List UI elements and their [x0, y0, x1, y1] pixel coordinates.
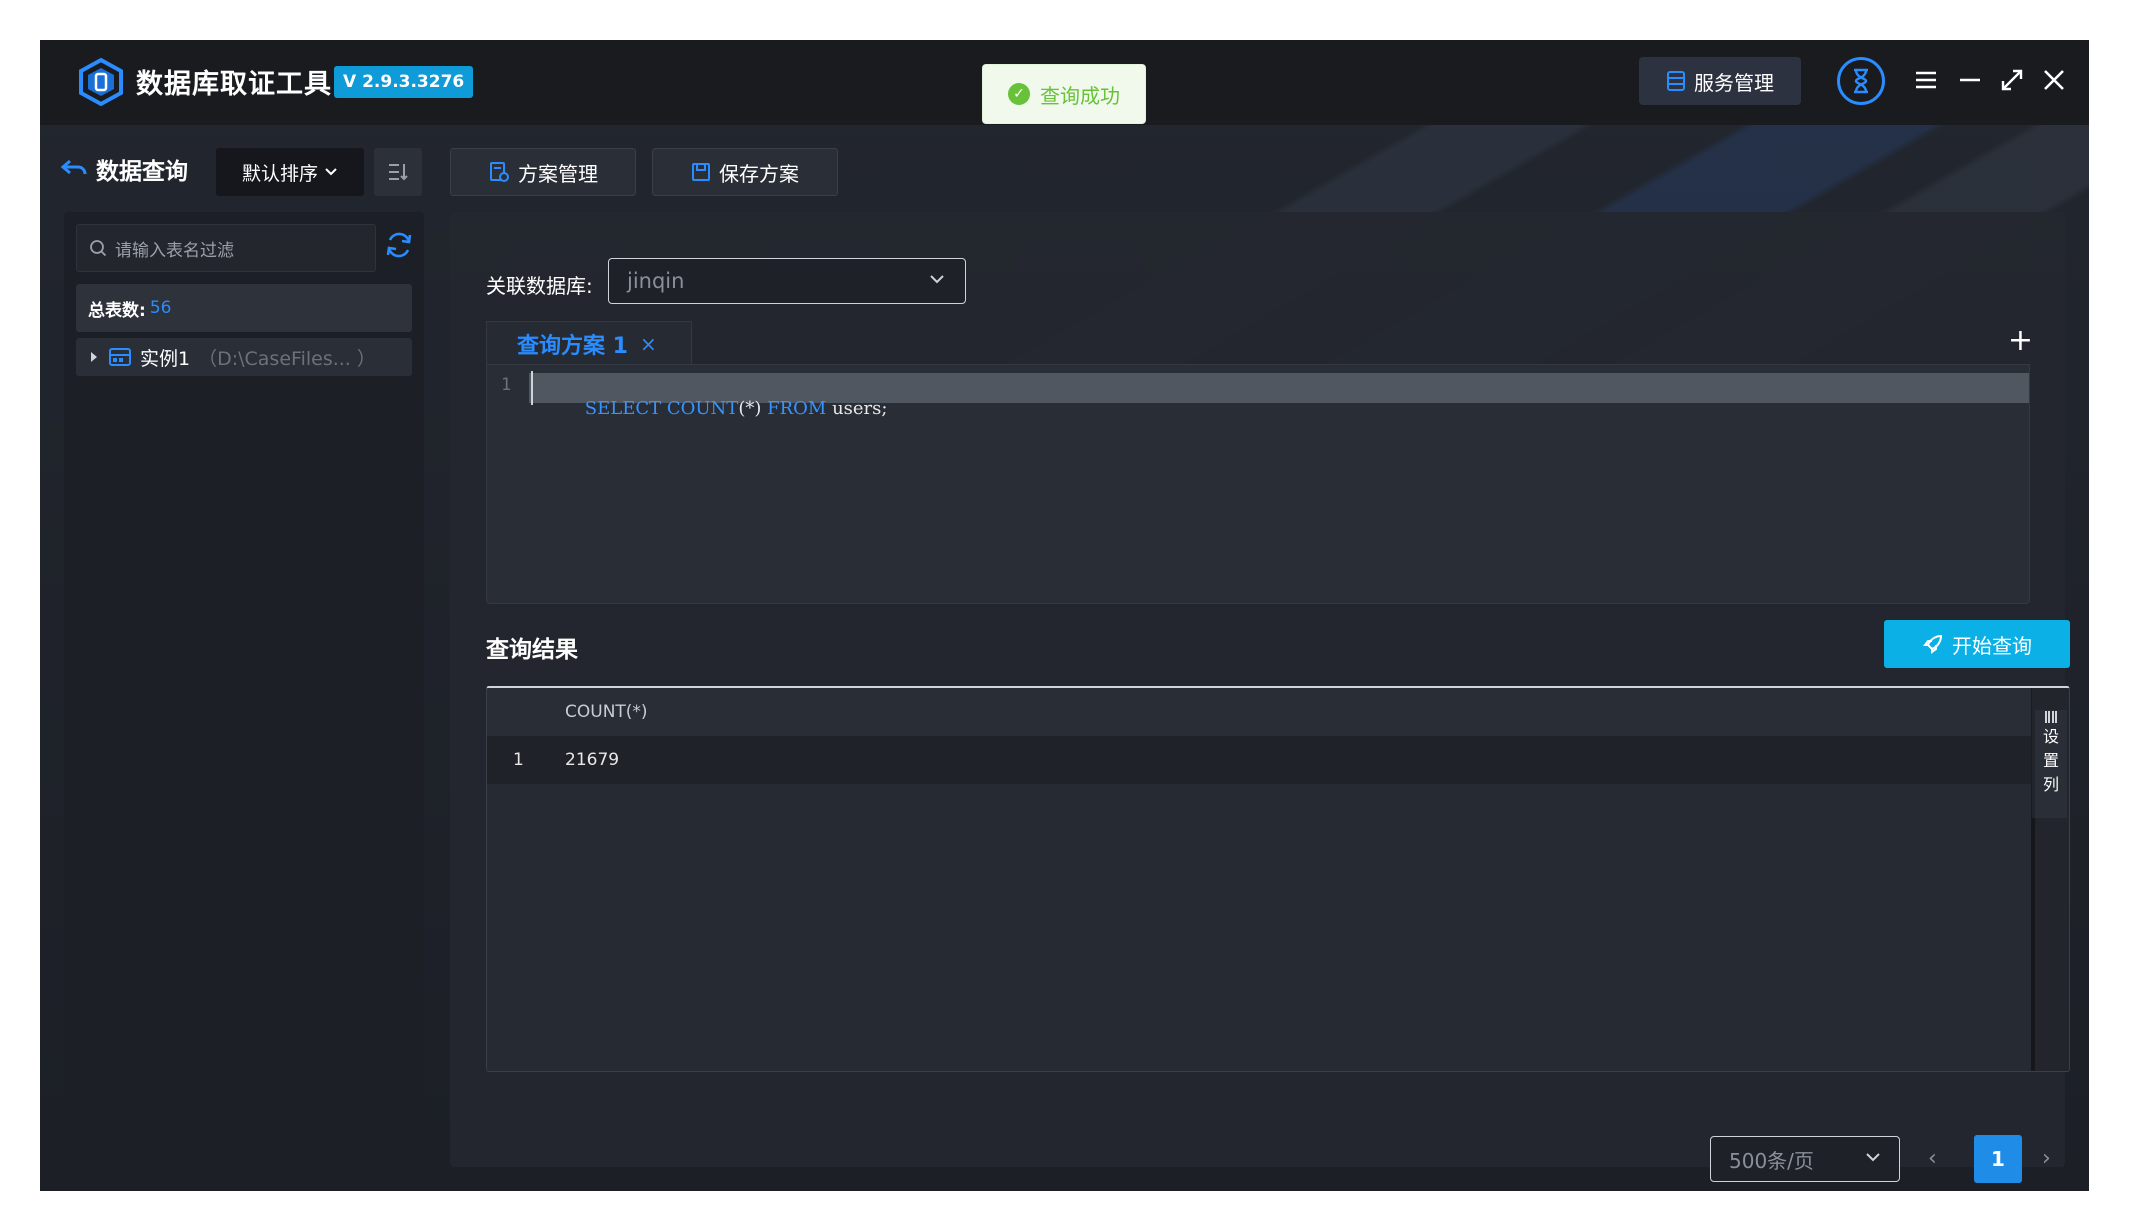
- sql-editor[interactable]: 1 SELECT COUNT(*) FROM users;: [486, 364, 2030, 604]
- next-page-icon[interactable]: ›: [2042, 1146, 2051, 1171]
- app-window: 数据库取证工具 V 2.9.3.3276 服务管理 数据查询 默认排序 方案管理…: [40, 40, 2089, 1191]
- hourglass-icon: [1854, 68, 1868, 94]
- table-filter-placeholder: 请输入表名过滤: [115, 240, 234, 261]
- tab-query-plan-1[interactable]: 查询方案 1 ×: [486, 321, 692, 365]
- toast-message: 查询成功: [1040, 83, 1120, 108]
- linked-database-label: 关联数据库:: [486, 274, 593, 298]
- back-to-query-button[interactable]: 数据查询: [60, 152, 188, 186]
- database-instance-icon: [109, 348, 131, 366]
- sql-code: SELECT COUNT(*) FROM users;: [539, 377, 888, 440]
- app-title: 数据库取证工具: [136, 69, 332, 100]
- table-list-panel: 请输入表名过滤 总表数: 56 实例1 （D:\CaseFiles... ）: [64, 212, 424, 1167]
- line-number: 1: [501, 375, 512, 395]
- table-header: COUNT(*): [487, 688, 2031, 736]
- plan-management-button[interactable]: 方案管理: [450, 148, 636, 196]
- table-filter-input[interactable]: 请输入表名过滤: [76, 224, 376, 272]
- sort-list-icon: [389, 164, 408, 181]
- back-arrow-icon: [60, 159, 87, 175]
- column-settings-char: 置: [2042, 751, 2059, 770]
- table-cell[interactable]: 21679: [565, 750, 619, 770]
- tab-label: 查询方案 1: [517, 333, 628, 359]
- linked-database-select[interactable]: jinqin: [608, 258, 966, 304]
- chevron-down-icon: [325, 168, 337, 176]
- tab-close-icon[interactable]: ×: [640, 332, 657, 356]
- chevron-down-icon: [930, 275, 944, 284]
- sql-token: FROM: [767, 398, 827, 419]
- check-circle-icon: ✓: [1008, 83, 1030, 105]
- menu-icon[interactable]: [1908, 62, 1944, 98]
- start-query-button[interactable]: 开始查询: [1884, 620, 2070, 668]
- column-header[interactable]: COUNT(*): [565, 702, 648, 722]
- close-icon[interactable]: [2036, 62, 2072, 98]
- plan-icon: [490, 162, 509, 182]
- sql-token: (*): [738, 398, 762, 419]
- save-plan-label: 保存方案: [719, 161, 799, 186]
- back-label: 数据查询: [96, 159, 188, 185]
- refresh-icon[interactable]: [384, 230, 414, 260]
- total-tables-value: 56: [149, 298, 172, 318]
- minimize-icon[interactable]: [1952, 62, 1988, 98]
- page-size-select[interactable]: 500条/页: [1710, 1136, 1900, 1182]
- sql-token: COUNT: [666, 398, 739, 419]
- row-index: 1: [513, 750, 524, 770]
- sort-dropdown[interactable]: 默认排序: [216, 148, 364, 196]
- sql-token: SELECT: [584, 398, 662, 419]
- maximize-icon[interactable]: [1994, 62, 2030, 98]
- query-panel: 关联数据库: jinqin 查询方案 1 × + 1 SELECT COUNT(…: [450, 212, 2070, 1183]
- prev-page-icon[interactable]: ‹: [1928, 1146, 1937, 1171]
- sort-order-button[interactable]: [374, 148, 422, 196]
- search-icon: [90, 240, 107, 257]
- result-table: COUNT(*) 1 21679 设 置 列: [486, 686, 2070, 1072]
- tree-item-instance[interactable]: 实例1 （D:\CaseFiles... ）: [76, 338, 412, 376]
- success-toast: ✓ 查询成功: [982, 64, 1146, 124]
- total-tables-row: 总表数: 56: [76, 284, 412, 332]
- sort-label: 默认排序: [241, 162, 318, 185]
- total-tables-label: 总表数:: [88, 300, 146, 321]
- tree-item-path: （D:\CaseFiles... ）: [198, 347, 376, 370]
- column-settings-char: 设: [2042, 727, 2059, 746]
- editor-cursor: [531, 371, 533, 405]
- linked-database-value: jinqin: [627, 269, 685, 293]
- chevron-down-icon: [1866, 1153, 1880, 1162]
- table-row[interactable]: 1 21679: [487, 736, 2031, 784]
- table-scrollbar[interactable]: [2031, 818, 2035, 1071]
- query-result-title: 查询结果: [486, 637, 578, 663]
- save-plan-button[interactable]: 保存方案: [652, 148, 838, 196]
- server-icon: [1667, 71, 1685, 91]
- caret-right-icon[interactable]: [88, 350, 100, 364]
- rocket-icon: [1923, 634, 1943, 654]
- app-logo-icon: [79, 57, 123, 107]
- plan-management-label: 方案管理: [518, 161, 598, 186]
- service-management-label: 服务管理: [1694, 70, 1774, 95]
- page-number-current[interactable]: 1: [1974, 1135, 2022, 1183]
- column-settings-button[interactable]: 设 置 列: [2035, 710, 2067, 818]
- save-icon: [692, 163, 710, 181]
- page-size-value: 500条/页: [1729, 1148, 1814, 1173]
- column-settings-char: 列: [2042, 775, 2059, 794]
- sql-token: users;: [826, 398, 888, 419]
- version-badge: V 2.9.3.3276: [334, 66, 474, 98]
- columns-icon: [2045, 711, 2057, 723]
- start-query-label: 开始查询: [1952, 633, 2032, 658]
- add-tab-icon[interactable]: +: [2008, 326, 2033, 356]
- user-avatar[interactable]: [1837, 57, 1885, 105]
- service-management-button[interactable]: 服务管理: [1639, 57, 1801, 105]
- tree-item-name: 实例1: [140, 347, 191, 370]
